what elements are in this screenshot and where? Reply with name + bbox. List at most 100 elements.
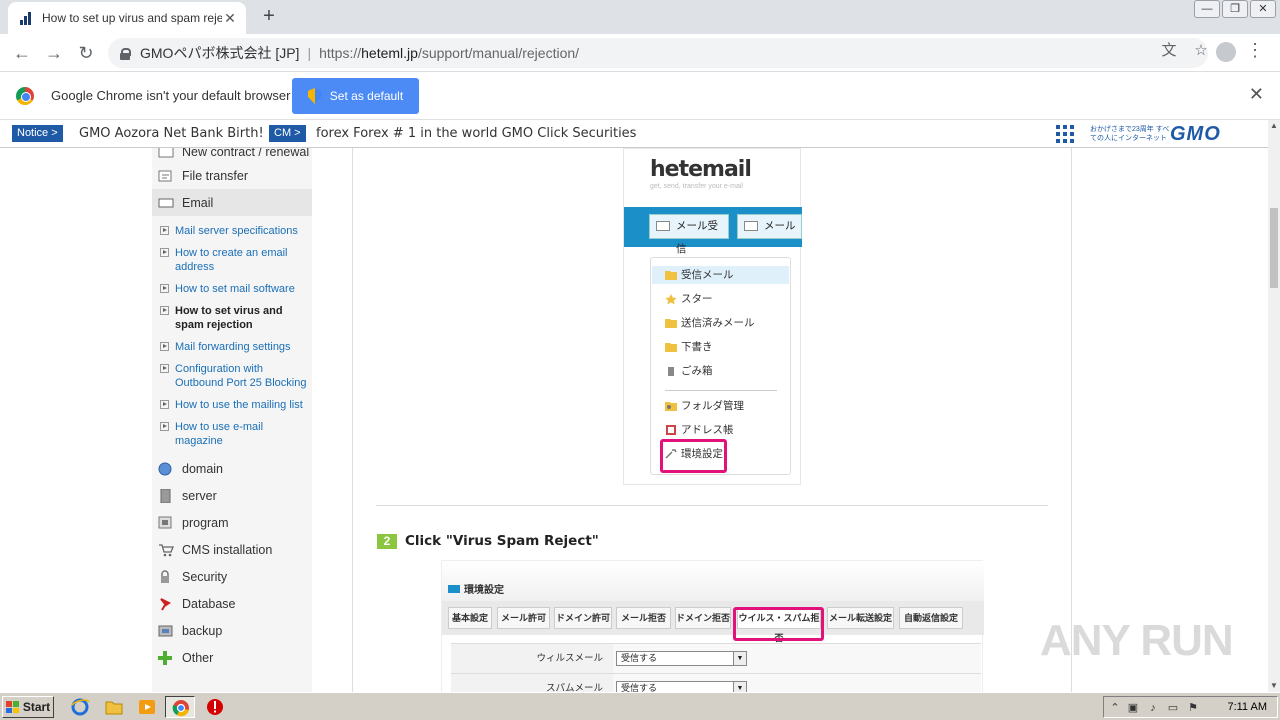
scroll-down-icon[interactable]: ▼	[1268, 680, 1280, 692]
sidebar-subitem-mail-server[interactable]: Mail server specifications	[152, 224, 312, 238]
reload-button[interactable]: ↻	[74, 42, 98, 64]
bullet-icon	[160, 226, 169, 235]
bullet-icon	[160, 248, 169, 257]
browser-menu-icon[interactable]: ⋮	[1246, 40, 1264, 61]
start-button[interactable]: Start	[2, 696, 54, 718]
browser-toolbar: ← → ↻ GMOペパボ株式会社 [JP] | https:// heteml.…	[0, 34, 1280, 72]
tray-expand-icon[interactable]: ⌃	[1108, 701, 1122, 715]
profile-avatar[interactable]	[1216, 42, 1236, 62]
sidebar-item-backup[interactable]: backup	[152, 617, 312, 644]
settings-title: 環境設定	[448, 581, 504, 596]
sidebar-subitem-link[interactable]: How to use e-mail magazine	[175, 420, 285, 448]
sidebar-subitem-link[interactable]: How to use the mailing list	[175, 398, 303, 412]
scrollbar-thumb[interactable]	[1270, 208, 1278, 288]
sidebar-item-domain[interactable]: domain	[152, 455, 312, 482]
sidebar-subitem-link[interactable]: How to create an email address	[175, 246, 295, 274]
address-book-icon	[666, 425, 676, 435]
folder-settings-icon	[665, 402, 677, 411]
forward-button[interactable]: →	[42, 42, 66, 64]
sidebar-item-security[interactable]: Security	[152, 563, 312, 590]
bookmark-star-icon[interactable]: ☆	[1192, 42, 1210, 60]
stop-shield-icon[interactable]	[205, 697, 225, 717]
address-bar[interactable]: GMOペパボ株式会社 [JP] | https:// heteml.jp /su…	[108, 38, 1208, 68]
settings-tab: メール転送設定	[827, 607, 894, 629]
sidebar-subitem-mail-software[interactable]: How to set mail software	[152, 282, 312, 296]
new-tab-button[interactable]: +	[258, 6, 280, 28]
settings-tabs: 基本設定 メール許可 ドメイン許可 メール拒否 ドメイン拒否 ウイルス・スパム拒…	[442, 601, 984, 643]
taskbar-clock[interactable]: 7:11 AM	[1227, 701, 1267, 713]
sidebar-subitem-mailing-list[interactable]: How to use the mailing list	[152, 398, 312, 412]
settings-row-label: ウィルスメール	[451, 644, 613, 673]
bullet-icon	[160, 364, 169, 373]
set-as-default-button[interactable]: Set as default	[292, 78, 419, 114]
minimize-button[interactable]: —	[1194, 0, 1220, 18]
sidebar-item-other[interactable]: Other	[152, 644, 312, 671]
site-favicon-icon	[20, 11, 34, 25]
gmo-grid-icon[interactable]	[1056, 125, 1074, 143]
close-infobar-icon[interactable]: ✕	[1249, 84, 1264, 105]
page-scrollbar[interactable]: ▲ ▼	[1268, 120, 1280, 692]
bullet-icon	[160, 342, 169, 351]
settings-header: 環境設定	[442, 561, 984, 601]
step-number: 2	[377, 533, 397, 549]
sidebar-subitem-link[interactable]: Mail forwarding settings	[175, 340, 291, 354]
sidebar-item-label: backup	[182, 623, 223, 638]
restore-button[interactable]: ❐	[1222, 0, 1248, 18]
sidebar-item-label: Database	[182, 596, 236, 611]
hetemail-compose-button: メール作	[737, 214, 802, 239]
notice-badge[interactable]: Notice >	[12, 125, 63, 142]
sidebar-subitem-port25[interactable]: Configuration with Outbound Port 25 Bloc…	[152, 362, 312, 390]
sidebar-subitem-virus-spam[interactable]: How to set virus and spam rejection	[152, 304, 312, 332]
shield-icon	[307, 88, 322, 104]
sidebar-item-program[interactable]: program	[152, 509, 312, 536]
chrome-taskbar-button[interactable]	[165, 696, 195, 718]
chrome-logo-icon	[16, 87, 34, 105]
sidebar-item-label: program	[182, 515, 229, 530]
sidebar-item-database[interactable]: Database	[152, 590, 312, 617]
system-tray: ⌃ ▣ ♪ ▭ ⚑ 7:11 AM	[1103, 696, 1278, 718]
cm-badge[interactable]: CM >	[269, 125, 306, 142]
sidebar-item-cms[interactable]: CMS installation	[152, 536, 312, 563]
plus-icon	[158, 650, 172, 665]
sidebar: New contract / renewal File transfer Ema…	[152, 148, 312, 692]
volume-icon[interactable]: ♪	[1146, 701, 1160, 715]
gmo-header-bar: Notice > GMO Aozora Net Bank Birth! CM >…	[0, 120, 1268, 148]
folder-icon	[665, 271, 677, 280]
folder-label: アドレス帳	[681, 424, 734, 436]
envelope-icon	[158, 198, 174, 207]
scroll-up-icon[interactable]: ▲	[1268, 120, 1280, 132]
notice-text[interactable]: GMO Aozora Net Bank Birth!	[79, 126, 264, 141]
folder-label: ごみ箱	[681, 365, 713, 377]
close-window-button[interactable]: ✕	[1250, 0, 1276, 18]
gmo-logo[interactable]: GMO	[1170, 123, 1221, 146]
lock-icon	[120, 47, 131, 60]
sidebar-item-file-transfer[interactable]: File transfer	[152, 162, 312, 189]
cm-text[interactable]: forex Forex # 1 in the world GMO Click S…	[316, 126, 636, 141]
folder-label: フォルダ管理	[681, 400, 744, 412]
sidebar-subitem-link[interactable]: Configuration with Outbound Port 25 Bloc…	[175, 362, 310, 390]
media-player-icon[interactable]	[137, 697, 157, 717]
sidebar-subitem-link[interactable]: Mail server specifications	[175, 224, 298, 238]
settings-highlight-box	[660, 439, 727, 473]
sidebar-item-server[interactable]: server	[152, 482, 312, 509]
internet-explorer-icon[interactable]	[70, 697, 90, 717]
settings-row: スパムメール 受信する	[451, 673, 981, 692]
browser-tab[interactable]: How to set up virus and spam reject ✕	[8, 2, 246, 34]
translate-icon[interactable]: 文	[1160, 42, 1178, 60]
display-icon[interactable]: ▭	[1166, 701, 1180, 715]
sidebar-subitem-create-address[interactable]: How to create an email address	[152, 246, 312, 274]
sidebar-subitem-forwarding[interactable]: Mail forwarding settings	[152, 340, 312, 354]
settings-tab: 基本設定	[448, 607, 492, 629]
tab-title: How to set up virus and spam reject	[42, 11, 222, 25]
close-tab-icon[interactable]: ✕	[222, 10, 238, 26]
network-icon[interactable]: ▣	[1126, 701, 1140, 715]
action-center-flag-icon[interactable]: ⚑	[1186, 701, 1200, 715]
inbox-envelope-icon	[656, 221, 670, 231]
bullet-icon	[160, 422, 169, 431]
sidebar-item-email[interactable]: Email	[152, 189, 312, 216]
back-button[interactable]: ←	[10, 42, 34, 64]
file-explorer-icon[interactable]	[104, 697, 124, 717]
sidebar-subitem-link[interactable]: How to set mail software	[175, 282, 295, 296]
folder-icon	[665, 319, 677, 328]
sidebar-subitem-magazine[interactable]: How to use e-mail magazine	[152, 420, 312, 448]
